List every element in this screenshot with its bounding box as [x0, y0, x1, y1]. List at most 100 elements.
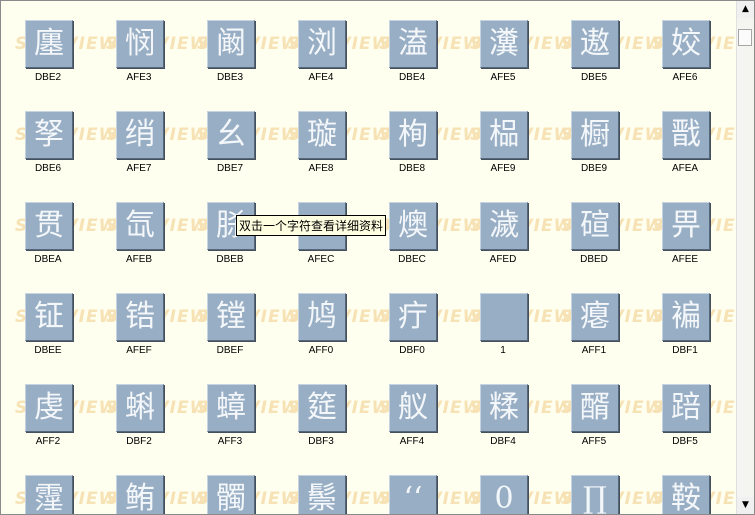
character-glyph[interactable]: 踣: [662, 384, 710, 432]
scroll-thumb[interactable]: [738, 29, 752, 46]
character-cell[interactable]: 1: [476, 293, 536, 357]
character-glyph[interactable]: 醑: [571, 384, 619, 432]
character-cell[interactable]: 0: [476, 475, 536, 514]
character-cell[interactable]: 疔 DBF0: [385, 293, 445, 357]
character-cell[interactable]: 醑 AFF5: [567, 384, 627, 448]
character-glyph[interactable]: 褊: [662, 293, 710, 341]
character-code: DBF1: [672, 345, 698, 356]
character-cell[interactable]: 鬃: [294, 475, 354, 514]
character-glyph[interactable]: 阚: [207, 20, 255, 68]
character-glyph[interactable]: 蟑: [207, 384, 255, 432]
character-glyph[interactable]: 瘪: [571, 293, 619, 341]
character-cell[interactable]: 钲 DBEE: [21, 293, 81, 357]
character-glyph[interactable]: 筵: [298, 384, 346, 432]
character-glyph[interactable]: 钲: [25, 293, 73, 341]
character-glyph[interactable]: [480, 293, 528, 341]
character-code: AFE8: [308, 163, 334, 174]
character-cell[interactable]: 蟑 AFF3: [203, 384, 263, 448]
character-cell[interactable]: 糅 DBF4: [476, 384, 536, 448]
character-glyph[interactable]: ‘‘: [389, 475, 437, 514]
character-cell[interactable]: 舣 AFF4: [385, 384, 445, 448]
character-glyph[interactable]: 孥: [25, 111, 73, 159]
character-cell[interactable]: 镗 DBEF: [203, 293, 263, 357]
character-glyph[interactable]: 廛: [25, 20, 73, 68]
character-cell[interactable]: 虔 AFF2: [21, 384, 81, 448]
character-glyph[interactable]: 贯: [25, 202, 73, 250]
character-glyph[interactable]: 虔: [25, 384, 73, 432]
character-cell[interactable]: 鞍: [658, 475, 718, 514]
character-cell[interactable]: 鲔: [112, 475, 172, 514]
character-cell[interactable]: ∏: [567, 475, 627, 514]
character-cell[interactable]: 戬 AFEA: [658, 111, 718, 175]
character-cell[interactable]: 碹 DBED: [567, 202, 627, 266]
character-cell[interactable]: 榀 AFE9: [476, 111, 536, 175]
character-glyph[interactable]: 燠: [389, 202, 437, 250]
character-glyph[interactable]: 戬: [662, 111, 710, 159]
character-glyph[interactable]: 锆: [116, 293, 164, 341]
character-cell[interactable]: 孥 DBE6: [21, 111, 81, 175]
character-cell[interactable]: 髑: [203, 475, 263, 514]
scroll-up-arrow-icon[interactable]: ▲: [737, 1, 754, 18]
character-cell[interactable]: ‘‘: [385, 475, 445, 514]
character-code: DBE3: [216, 72, 244, 83]
character-cell[interactable]: 悯 AFE3: [112, 20, 172, 84]
character-glyph[interactable]: 悯: [116, 20, 164, 68]
character-glyph[interactable]: 畀: [662, 202, 710, 250]
character-glyph[interactable]: 绡: [116, 111, 164, 159]
character-cell[interactable]: 璇 AFE8: [294, 111, 354, 175]
character-cell[interactable]: 贯 DBEA: [21, 202, 81, 266]
character-cell[interactable]: 畀 AFEE: [658, 202, 718, 266]
character-glyph[interactable]: 幺: [207, 111, 255, 159]
character-glyph[interactable]: 濊: [480, 202, 528, 250]
character-cell[interactable]: 蝌 DBF2: [112, 384, 172, 448]
character-glyph[interactable]: 蝌: [116, 384, 164, 432]
character-glyph[interactable]: 氙: [116, 202, 164, 250]
scroll-down-arrow-icon[interactable]: ▼: [737, 497, 754, 514]
character-glyph[interactable]: 遨: [571, 20, 619, 68]
character-glyph[interactable]: 栒: [389, 111, 437, 159]
character-glyph[interactable]: 榀: [480, 111, 528, 159]
character-glyph[interactable]: 鬃: [298, 475, 346, 514]
character-cell[interactable]: 浏 AFE4: [294, 20, 354, 84]
character-glyph[interactable]: 溘: [389, 20, 437, 68]
character-glyph[interactable]: 浏: [298, 20, 346, 68]
character-cell[interactable]: 姣 AFE6: [658, 20, 718, 84]
character-cell[interactable]: 筵 DBF3: [294, 384, 354, 448]
character-glyph[interactable]: 璇: [298, 111, 346, 159]
character-cell[interactable]: 氙 AFEB: [112, 202, 172, 266]
character-glyph[interactable]: 镗: [207, 293, 255, 341]
character-glyph[interactable]: 姣: [662, 20, 710, 68]
character-cell[interactable]: 踣 DBF5: [658, 384, 718, 448]
character-glyph[interactable]: 霪: [25, 475, 73, 514]
character-glyph[interactable]: 鞍: [662, 475, 710, 514]
character-cell[interactable]: 濊 AFED: [476, 202, 536, 266]
character-cell[interactable]: 瘪 AFF1: [567, 293, 627, 357]
character-cell[interactable]: 幺 DBE7: [203, 111, 263, 175]
character-cell[interactable]: 瀵 AFE5: [476, 20, 536, 84]
character-cell[interactable]: 溘 DBE4: [385, 20, 445, 84]
character-glyph[interactable]: 髑: [207, 475, 255, 514]
character-glyph[interactable]: 疔: [389, 293, 437, 341]
character-glyph[interactable]: 鲔: [116, 475, 164, 514]
character-cell[interactable]: 鸠 AFF0: [294, 293, 354, 357]
character-cell[interactable]: 锆 AFEF: [112, 293, 172, 357]
character-glyph[interactable]: 0: [480, 475, 528, 514]
character-cell[interactable]: 遨 DBE5: [567, 20, 627, 84]
character-cell[interactable]: 廛 DBE2: [21, 20, 81, 84]
character-glyph[interactable]: 瀵: [480, 20, 528, 68]
character-glyph[interactable]: 鸠: [298, 293, 346, 341]
character-cell[interactable]: 阚 DBE3: [203, 20, 263, 84]
character-glyph[interactable]: 橱: [571, 111, 619, 159]
character-glyph[interactable]: ∏: [571, 475, 619, 514]
character-glyph[interactable]: 糅: [480, 384, 528, 432]
character-cell[interactable]: 绡 AFE7: [112, 111, 172, 175]
character-cell[interactable]: 燠 DBEC: [385, 202, 445, 266]
character-code: AFEF: [126, 345, 152, 356]
character-cell[interactable]: 褊 DBF1: [658, 293, 718, 357]
character-cell[interactable]: 橱 DBE9: [567, 111, 627, 175]
character-cell[interactable]: 霪: [21, 475, 81, 514]
character-glyph[interactable]: 碹: [571, 202, 619, 250]
character-glyph[interactable]: 舣: [389, 384, 437, 432]
character-cell[interactable]: 栒 DBE8: [385, 111, 445, 175]
vertical-scrollbar[interactable]: ▲ ▼: [736, 1, 754, 514]
